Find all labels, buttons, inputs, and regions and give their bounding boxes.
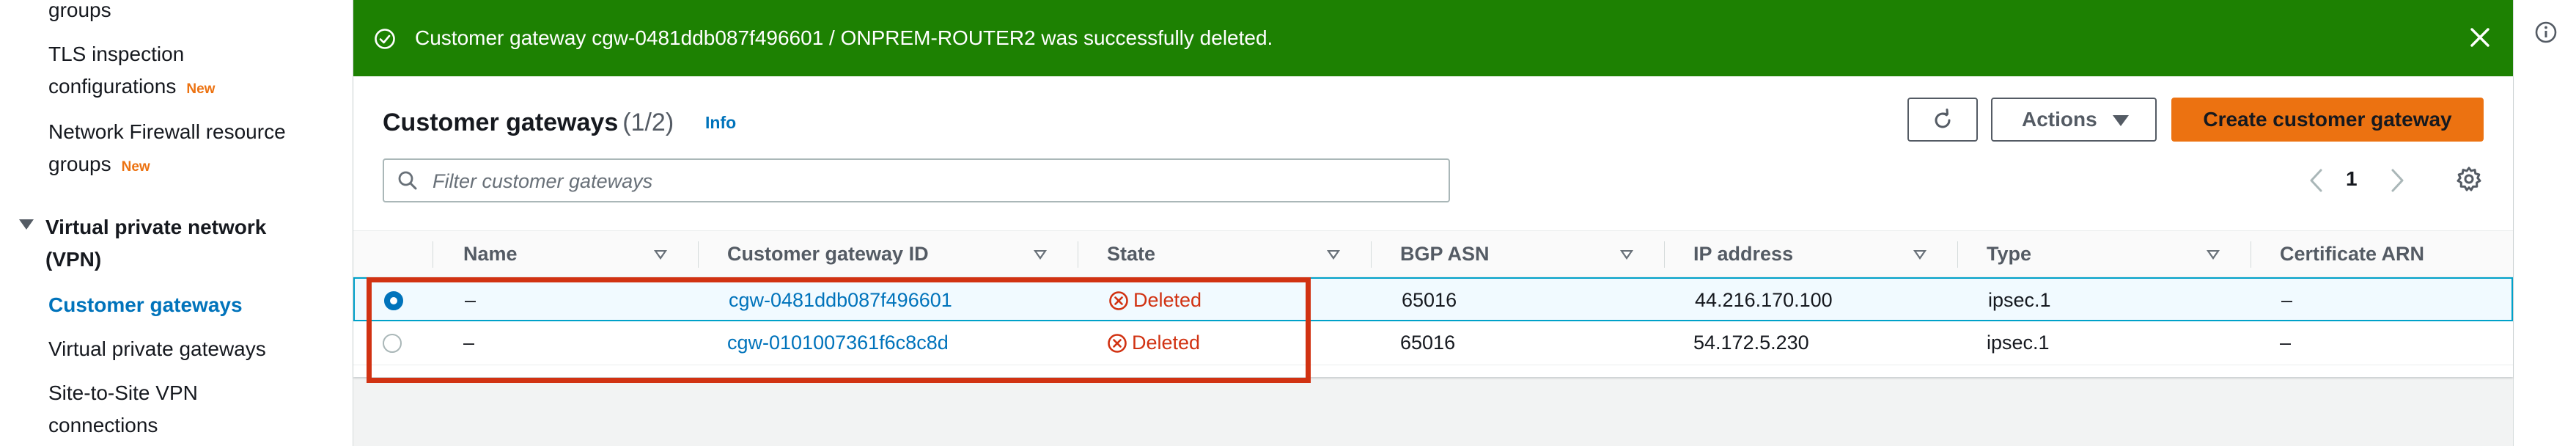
cell-name: – <box>465 289 476 311</box>
column-label: BGP ASN <box>1400 243 1490 265</box>
search-icon <box>398 171 417 190</box>
column-header-state[interactable]: State <box>1107 231 1155 277</box>
state-label: Deleted <box>1132 332 1201 354</box>
utility-panel <box>2513 0 2576 446</box>
state-label: Deleted <box>1133 289 1202 311</box>
sidebar-item-firewall-resource-groups[interactable]: Network Firewall resource groups New <box>48 116 286 183</box>
caret-down-icon <box>19 219 34 230</box>
cell-ip-address: 44.216.170.100 <box>1695 289 1833 311</box>
column-divider <box>1371 241 1372 268</box>
sidebar-item-virtual-private-gateways[interactable]: Virtual private gateways <box>48 333 266 365</box>
x-circle-icon <box>1108 334 1127 353</box>
refresh-button[interactable] <box>1907 98 1978 142</box>
page-number[interactable]: 1 <box>2346 164 2358 194</box>
row-radio-button[interactable] <box>383 334 402 353</box>
table-row[interactable]: – cgw-0481ddb087f496601 Deleted 65016 44… <box>353 277 2513 321</box>
column-divider <box>1957 241 1958 268</box>
cell-gateway-id-link[interactable]: cgw-0101007361f6c8c8d <box>727 321 949 364</box>
cell-certificate-arn: – <box>2280 332 2292 354</box>
customer-gateways-table-panel: Customer gateways (1/2) Info Actions Crea… <box>353 76 2513 377</box>
column-header-name[interactable]: Name <box>463 231 518 277</box>
chevron-left-icon[interactable] <box>2306 167 2325 194</box>
page-title: Customer gateways (1/2) <box>383 104 674 141</box>
chevron-right-icon[interactable] <box>2388 167 2407 194</box>
column-divider <box>1664 241 1665 268</box>
column-label: Certificate ARN <box>2280 243 2425 265</box>
x-circle-icon <box>1109 291 1128 310</box>
sidebar-item-tls-inspection[interactable]: TLS inspection configurations New <box>48 38 215 106</box>
gear-icon[interactable] <box>2456 166 2482 192</box>
sidebar-item-site-to-site-vpn[interactable]: Site-to-Site VPN connections <box>48 377 198 442</box>
cell-state: Deleted <box>1108 279 1201 321</box>
section-label: Virtual private network <box>45 216 267 238</box>
new-badge: New <box>121 159 150 175</box>
filter-box <box>383 158 1450 202</box>
sidebar-item-label: configurations <box>48 75 177 98</box>
sidebar-item-label: Customer gateways <box>48 293 243 316</box>
cell-bgp-asn: 65016 <box>1402 289 1457 311</box>
refresh-icon <box>1935 109 1951 128</box>
cell-type: ipsec.1 <box>1988 289 2051 311</box>
sidebar-item-label: TLS inspection <box>48 43 185 65</box>
filter-input[interactable] <box>431 166 1431 197</box>
cell-gateway-id-link[interactable]: cgw-0481ddb087f496601 <box>729 279 952 321</box>
column-header-certificate-arn[interactable]: Certificate ARN <box>2280 231 2424 277</box>
caret-down-icon <box>2113 115 2129 126</box>
cell-type: ipsec.1 <box>1987 332 2050 354</box>
cell-name: – <box>463 332 475 354</box>
info-icon[interactable] <box>2534 21 2558 44</box>
check-circle-icon <box>375 29 395 49</box>
sidebar-item-label: groups <box>48 153 111 175</box>
sidebar-item-label: groups <box>48 0 111 21</box>
cell-ip-address: 54.172.5.230 <box>1693 332 1809 354</box>
sidebar-item-groups[interactable]: groups <box>48 0 111 26</box>
flash-message: Customer gateway cgw-0481ddb087f496601 /… <box>415 26 1273 49</box>
column-header-ip-address[interactable]: IP address <box>1693 231 1793 277</box>
actions-dropdown[interactable]: Actions <box>1991 98 2157 142</box>
title-text: Customer gateways <box>383 109 619 136</box>
selection-count: (1/2) <box>622 109 674 136</box>
sidebar-section-vpn[interactable]: Virtual private network (VPN) <box>19 211 266 276</box>
section-label: (VPN) <box>45 248 102 271</box>
row-radio-button[interactable] <box>384 291 403 310</box>
sidebar-item-label: Site-to-Site VPN <box>48 381 198 404</box>
sidebar-item-label: Virtual private gateways <box>48 337 266 360</box>
column-label: State <box>1107 243 1156 265</box>
new-badge: New <box>186 81 216 97</box>
cell-bgp-asn: 65016 <box>1400 332 1456 354</box>
sidebar-item-label: connections <box>48 414 158 436</box>
column-label: Type <box>1987 243 2032 265</box>
close-icon[interactable] <box>2468 25 2492 50</box>
column-label: IP address <box>1693 243 1794 265</box>
column-header-bgp-asn[interactable]: BGP ASN <box>1400 231 1490 277</box>
column-divider <box>698 241 699 268</box>
sidebar-item-label: Network Firewall resource <box>48 120 286 143</box>
column-label: Name <box>463 243 518 265</box>
cell-certificate-arn: – <box>2281 289 2293 311</box>
actions-label: Actions <box>2022 108 2097 131</box>
table-header: Name Customer gateway ID State BGP ASN I… <box>353 230 2513 277</box>
column-label: Customer gateway ID <box>727 243 929 265</box>
info-link[interactable]: Info <box>705 113 736 133</box>
main-content: Customer gateways (1/2) Info Actions Crea… <box>353 76 2513 446</box>
cell-state: Deleted <box>1107 321 1200 364</box>
column-header-gateway-id[interactable]: Customer gateway ID <box>727 231 929 277</box>
success-flashbar: Customer gateway cgw-0481ddb087f496601 /… <box>353 0 2513 76</box>
table-row[interactable]: – cgw-0101007361f6c8c8d Deleted 65016 54… <box>353 321 2513 365</box>
sidebar-item-customer-gateways[interactable]: Customer gateways <box>48 289 243 321</box>
sidebar-nav: groups TLS inspection configurations New … <box>0 0 353 446</box>
create-customer-gateway-button[interactable]: Create customer gateway <box>2171 98 2484 142</box>
column-header-type[interactable]: Type <box>1987 231 2031 277</box>
